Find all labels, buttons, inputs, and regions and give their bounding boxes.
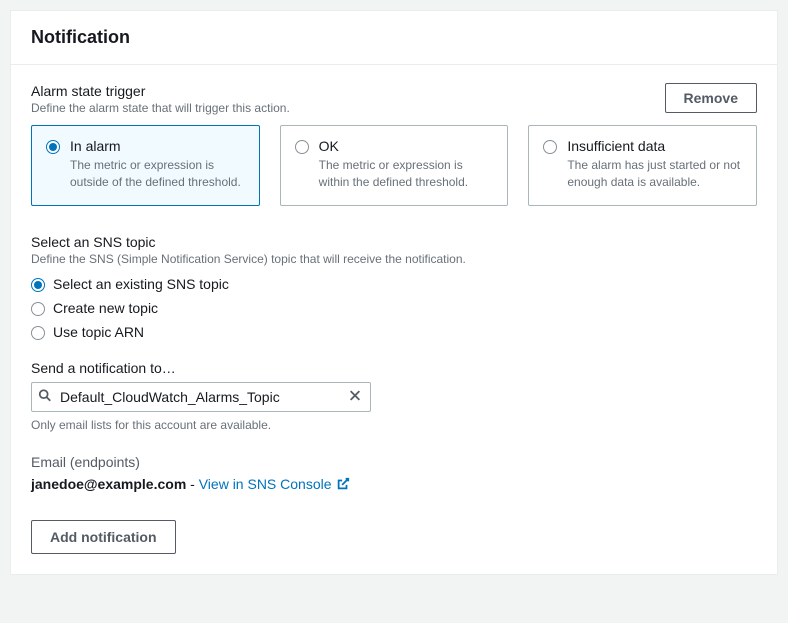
- email-address: janedoe@example.com: [31, 476, 186, 492]
- panel-title: Notification: [31, 27, 757, 48]
- tile-desc: The metric or expression is within the d…: [319, 157, 494, 191]
- radio-icon: [31, 302, 45, 316]
- remove-button[interactable]: Remove: [665, 83, 757, 113]
- sns-option-create[interactable]: Create new topic: [31, 300, 757, 316]
- email-sep: -: [186, 476, 198, 492]
- radio-icon: [295, 140, 309, 154]
- radio-label: Create new topic: [53, 300, 158, 316]
- sns-radio-list: Select an existing SNS topic Create new …: [31, 276, 757, 340]
- radio-icon: [543, 140, 557, 154]
- sns-option-existing[interactable]: Select an existing SNS topic: [31, 276, 757, 292]
- trigger-option-ok[interactable]: OK The metric or expression is within th…: [280, 125, 509, 206]
- topic-input-wrap: [31, 382, 371, 412]
- sns-option-arn[interactable]: Use topic ARN: [31, 324, 757, 340]
- external-link-icon: [336, 477, 350, 491]
- email-label: Email (endpoints): [31, 454, 757, 470]
- tile-desc: The alarm has just started or not enough…: [567, 157, 742, 191]
- tile-title: In alarm: [70, 138, 245, 154]
- email-line: janedoe@example.com - View in SNS Consol…: [31, 476, 757, 492]
- trigger-option-insufficient-data[interactable]: Insufficient data The alarm has just sta…: [528, 125, 757, 206]
- trigger-header-row: Alarm state trigger Define the alarm sta…: [31, 83, 757, 115]
- trigger-desc: Define the alarm state that will trigger…: [31, 101, 290, 115]
- view-sns-console-link[interactable]: View in SNS Console: [199, 476, 350, 492]
- clear-icon[interactable]: [346, 386, 364, 407]
- tile-desc: The metric or expression is outside of t…: [70, 157, 245, 191]
- trigger-options: In alarm The metric or expression is out…: [31, 125, 757, 206]
- tile-title: Insufficient data: [567, 138, 742, 154]
- radio-label: Use topic ARN: [53, 324, 144, 340]
- radio-icon: [31, 326, 45, 340]
- add-notification-button[interactable]: Add notification: [31, 520, 176, 554]
- panel-body: Alarm state trigger Define the alarm sta…: [11, 65, 777, 574]
- trigger-title: Alarm state trigger: [31, 83, 290, 99]
- sns-section: Select an SNS topic Define the SNS (Simp…: [31, 234, 757, 340]
- radio-icon: [31, 278, 45, 292]
- sns-desc: Define the SNS (Simple Notification Serv…: [31, 252, 757, 266]
- notification-panel: Notification Alarm state trigger Define …: [10, 10, 778, 575]
- tile-title: OK: [319, 138, 494, 154]
- radio-label: Select an existing SNS topic: [53, 276, 229, 292]
- trigger-header-text: Alarm state trigger Define the alarm sta…: [31, 83, 290, 115]
- send-hint: Only email lists for this account are av…: [31, 418, 757, 432]
- radio-icon: [46, 140, 60, 154]
- panel-header: Notification: [11, 11, 777, 65]
- topic-input[interactable]: [31, 382, 371, 412]
- sns-title: Select an SNS topic: [31, 234, 757, 250]
- trigger-option-in-alarm[interactable]: In alarm The metric or expression is out…: [31, 125, 260, 206]
- send-label: Send a notification to…: [31, 360, 757, 376]
